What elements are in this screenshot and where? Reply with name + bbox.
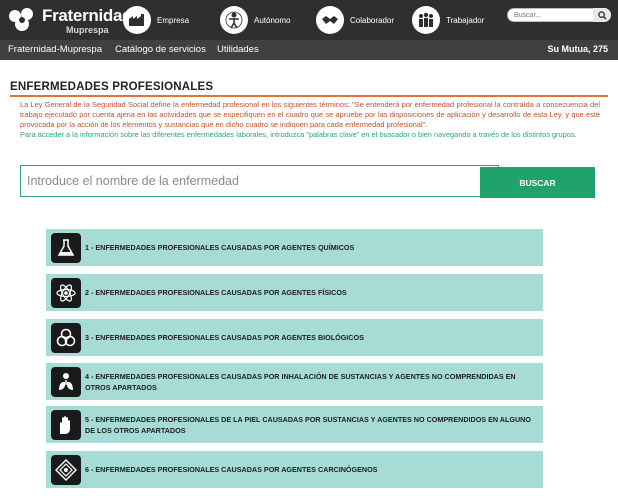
group-label: 6 - ENFERMEDADES PROFESIONALES CAUSADAS … bbox=[85, 465, 378, 474]
subnav-fraternidad[interactable]: Fraternidad-Muprespa bbox=[8, 44, 102, 55]
logo-subtitle: Muprespa bbox=[66, 25, 109, 35]
group-item-5[interactable]: 5 - ENFERMEDADES PROFESIONALES DE LA PIE… bbox=[46, 406, 543, 443]
secondary-nav: Fraternidad-Muprespa Catálogo de servici… bbox=[0, 40, 618, 60]
atom-icon bbox=[51, 277, 81, 308]
disease-search-input[interactable] bbox=[21, 166, 498, 196]
biohazard-icon bbox=[51, 322, 81, 353]
mutua-number: Su Mutua, 275 bbox=[547, 44, 608, 54]
disease-search bbox=[20, 165, 499, 197]
nav-label: Trabajador bbox=[446, 15, 485, 25]
nav-autonomo[interactable]: Autónomo bbox=[220, 5, 290, 35]
factory-icon bbox=[123, 6, 151, 34]
buscar-button[interactable]: BUSCAR bbox=[480, 167, 595, 198]
lungs-icon bbox=[51, 366, 81, 397]
top-bar: Fraternidad Muprespa Empresa Autónomo Co… bbox=[0, 0, 618, 40]
handshake-icon bbox=[316, 6, 344, 34]
nav-label: Empresa bbox=[157, 15, 190, 25]
intro-text: La Ley General de la Seguridad Social de… bbox=[20, 100, 600, 129]
nav-label: Colaborador bbox=[350, 15, 395, 25]
person-icon bbox=[220, 6, 248, 34]
intro-help-text: Para acceder a la información sobre las … bbox=[20, 130, 577, 139]
nav-empresa[interactable]: Empresa bbox=[123, 5, 189, 35]
hand-icon bbox=[51, 409, 81, 440]
logo-name: Fraternidad bbox=[42, 6, 133, 25]
page-title: ENFERMEDADES PROFESIONALES bbox=[10, 81, 214, 93]
nav-label: Autónomo bbox=[254, 15, 291, 25]
group-item-2[interactable]: 2 - ENFERMEDADES PROFESIONALES CAUSADAS … bbox=[46, 274, 543, 311]
subnav-utilidades[interactable]: Utilidades bbox=[217, 44, 259, 55]
flask-icon bbox=[51, 232, 81, 263]
group-label: 4 - ENFERMEDADES PROFESIONALES CAUSADAS … bbox=[85, 371, 516, 392]
nav-trabajador[interactable]: Trabajador bbox=[412, 5, 484, 35]
header-search bbox=[507, 8, 611, 22]
subnav-catalogo[interactable]: Catálogo de servicios bbox=[115, 44, 206, 55]
nav-colaborador[interactable]: Colaborador bbox=[316, 5, 394, 35]
search-icon[interactable] bbox=[593, 8, 611, 22]
logo-mark-icon bbox=[9, 8, 33, 31]
title-divider bbox=[10, 95, 608, 97]
carcinogen-icon bbox=[51, 454, 81, 485]
header-search-input[interactable] bbox=[514, 9, 594, 21]
group-item-1[interactable]: 1 - ENFERMEDADES PROFESIONALES CAUSADAS … bbox=[46, 229, 543, 266]
logo[interactable]: Fraternidad Muprespa bbox=[6, 4, 133, 36]
group-label: 1 - ENFERMEDADES PROFESIONALES CAUSADAS … bbox=[85, 243, 355, 252]
group-label: 3 - ENFERMEDADES PROFESIONALES CAUSADAS … bbox=[85, 333, 364, 342]
group-item-6[interactable]: 6 - ENFERMEDADES PROFESIONALES CAUSADAS … bbox=[46, 451, 543, 488]
group-item-4[interactable]: 4 - ENFERMEDADES PROFESIONALES CAUSADAS … bbox=[46, 363, 543, 400]
group-label: 5 - ENFERMEDADES PROFESIONALES DE LA PIE… bbox=[85, 414, 531, 435]
group-label: 2 - ENFERMEDADES PROFESIONALES CAUSADAS … bbox=[85, 288, 347, 297]
workers-icon bbox=[412, 6, 440, 34]
group-item-3[interactable]: 3 - ENFERMEDADES PROFESIONALES CAUSADAS … bbox=[46, 319, 543, 356]
